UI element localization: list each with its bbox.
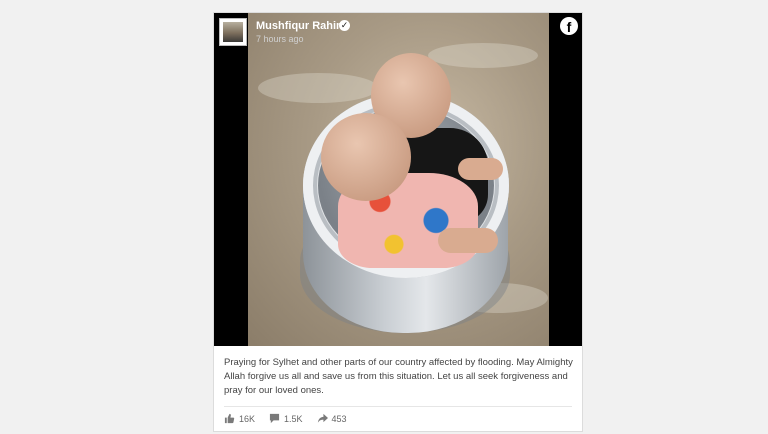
author-avatar[interactable]: [219, 18, 247, 46]
comment-count-button[interactable]: 1.5K: [269, 413, 303, 424]
post-caption: Praying for Sylhet and other parts of ou…: [224, 357, 573, 396]
divider: [224, 406, 572, 407]
post-media[interactable]: Mushfiqur Rahim ✓ 7 hours ago f: [214, 13, 582, 346]
author-name[interactable]: Mushfiqur Rahim: [256, 20, 346, 32]
comment-icon: [269, 413, 280, 424]
post-timestamp[interactable]: 7 hours ago: [256, 34, 304, 44]
post-photo: [248, 13, 549, 346]
post-stats: 16K 1.5K 453: [224, 413, 347, 424]
share-arrow-icon: [317, 413, 328, 423]
share-count-button[interactable]: 453: [317, 413, 347, 424]
facebook-post-embed: Mushfiqur Rahim ✓ 7 hours ago f Praying …: [213, 12, 583, 432]
comment-count: 1.5K: [284, 413, 303, 424]
share-count: 453: [331, 413, 347, 424]
verified-badge-icon: ✓: [339, 20, 350, 31]
thumbs-up-icon: [224, 413, 235, 424]
like-count-button[interactable]: 16K: [224, 413, 255, 424]
like-count: 16K: [239, 413, 256, 424]
facebook-icon[interactable]: f: [560, 17, 578, 35]
